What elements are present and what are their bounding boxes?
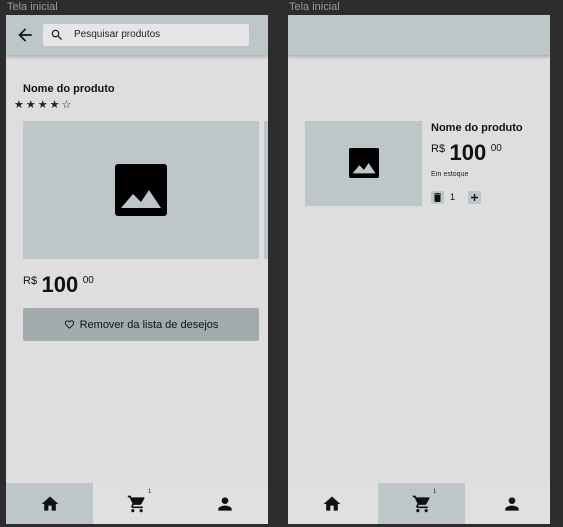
cart-product-image[interactable] [305,121,422,206]
quantity-value: 1 [450,192,456,202]
nav-home[interactable] [288,483,375,524]
remove-item-button[interactable] [431,191,444,204]
nav-profile[interactable] [468,483,550,524]
price-currency: R$ [431,143,446,155]
cart-screen: Nome do produto R$ 100 00 Em estoque 1 1 [288,15,550,524]
image-icon [349,148,379,178]
increase-quantity-button[interactable] [468,191,481,204]
back-button[interactable] [15,25,35,45]
heart-icon [64,320,74,329]
cart-icon [412,495,430,512]
product-name: Nome do produto [23,83,115,95]
user-icon [504,496,519,511]
arrow-back-icon [18,28,32,42]
rating-stars: ★★★★☆ [14,99,74,111]
cart-icon [127,495,145,512]
nav-cart[interactable]: 1 [93,483,180,524]
home-icon [323,496,340,511]
top-app-bar [288,15,550,55]
home-icon [41,496,58,511]
search-placeholder: Pesquisar produtos [74,29,161,40]
cart-badge: 1 [433,489,437,495]
next-image-peek[interactable] [264,121,268,259]
top-app-bar: Pesquisar produtos [6,15,268,55]
image-icon [115,164,167,216]
plus-icon [471,194,478,201]
price-cents: 00 [82,275,94,286]
search-icon [51,29,62,40]
frame-label: Tela inicial [7,1,58,13]
nav-home[interactable] [6,483,93,524]
cart-badge: 1 [148,489,152,495]
wishlist-button-label: Remover da lista de desejos [79,318,219,331]
bottom-navigation: 1 [288,483,550,524]
bottom-navigation: 1 [6,483,268,524]
nav-cart[interactable]: 1 [378,483,465,524]
remove-from-wishlist-button[interactable]: Remover da lista de desejos [23,308,259,341]
search-input[interactable]: Pesquisar produtos [43,24,249,46]
price-integer: 100 [41,272,79,297]
price-integer: 100 [449,140,487,165]
user-icon [217,496,232,511]
cart-product-price: R$ 100 00 [431,140,502,166]
stock-status: Em estoque [431,171,469,178]
product-price: R$ 100 00 [23,272,94,298]
price-currency: R$ [23,275,38,287]
frame-label: Tela inicial [289,1,340,13]
cart-product-name: Nome do produto [431,122,523,134]
trash-icon [434,193,441,202]
product-image[interactable] [23,121,259,259]
nav-profile[interactable] [181,483,268,524]
price-cents: 00 [490,143,502,154]
product-screen: Pesquisar produtos Nome do produto ★★★★☆… [6,15,268,524]
